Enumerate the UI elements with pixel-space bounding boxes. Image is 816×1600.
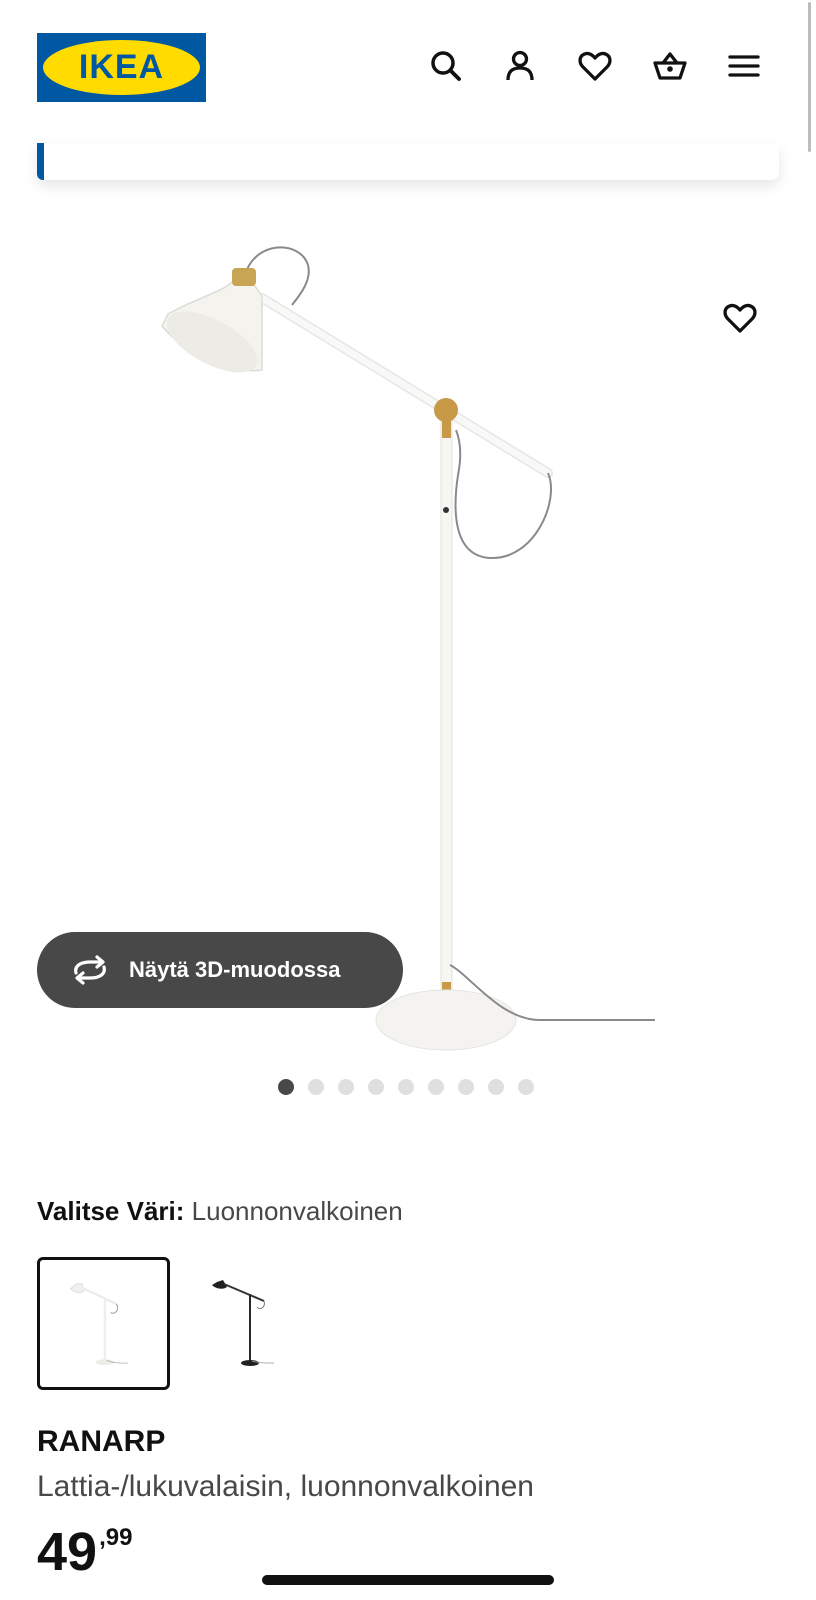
heart-icon [578, 51, 612, 81]
gallery-dot[interactable] [278, 1079, 294, 1095]
site-header: IKEA [0, 0, 816, 140]
basket-icon [653, 52, 687, 80]
rotate-3d-icon [74, 955, 106, 985]
view-3d-label: Näytä 3D-muodossa [129, 957, 341, 982]
product-name: RANARP [37, 1425, 166, 1458]
swatch-image-white [69, 1283, 128, 1366]
view-3d-button[interactable]: Näytä 3D-muodossa [37, 932, 403, 1008]
gallery-dot[interactable] [488, 1079, 504, 1095]
gallery-dot[interactable] [398, 1079, 414, 1095]
banner-accent [37, 143, 44, 180]
favourites-button[interactable] [573, 44, 617, 88]
home-indicator[interactable] [262, 1575, 554, 1585]
color-swatch-white[interactable] [37, 1257, 170, 1390]
color-label: Valitse Väri: Luonnonvalkoinen [37, 1196, 403, 1227]
price-decimal: ,99 [99, 1524, 133, 1551]
menu-button[interactable] [722, 44, 766, 88]
gallery-dot[interactable] [518, 1079, 534, 1095]
price-integer: 49 [37, 1522, 98, 1582]
search-button[interactable] [424, 44, 468, 88]
color-swatch-black[interactable] [200, 1257, 333, 1390]
gallery-dot[interactable] [308, 1079, 324, 1095]
product-favourite-button[interactable] [718, 296, 762, 340]
product-description: Lattia-/lukuvalaisin, luonnonvalkoinen [37, 1470, 534, 1503]
gallery-dot[interactable] [458, 1079, 474, 1095]
selected-color: Luonnonvalkoinen [191, 1196, 403, 1226]
basket-button[interactable] [648, 44, 692, 88]
gallery-dot[interactable] [428, 1079, 444, 1095]
search-icon [431, 51, 461, 81]
product-price: 49 ,99 [37, 1520, 132, 1584]
logo-text: IKEA [78, 48, 165, 86]
swatch-image-black [212, 1280, 275, 1366]
gallery-dots [278, 1079, 534, 1095]
gallery-dot[interactable] [368, 1079, 384, 1095]
ikea-logo[interactable]: IKEA [37, 33, 206, 102]
gallery-dot[interactable] [338, 1079, 354, 1095]
account-icon [506, 50, 534, 81]
color-prompt: Valitse Väri: [37, 1196, 185, 1226]
menu-icon [728, 55, 760, 77]
heart-icon [723, 303, 757, 333]
scroll-indicator [808, 2, 811, 152]
info-banner [37, 143, 779, 180]
account-button[interactable] [498, 44, 542, 88]
